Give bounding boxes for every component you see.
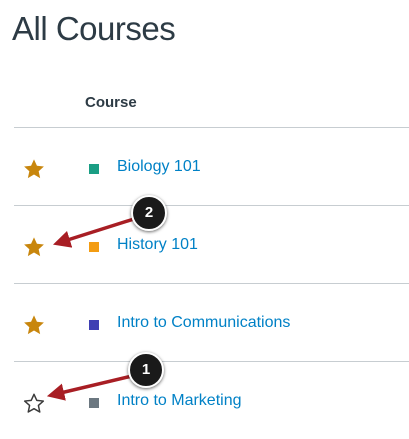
course-link-biology-101[interactable]: Biology 101 [117, 158, 201, 176]
page-title: All Courses [12, 10, 176, 47]
table-row: Intro to Marketing [14, 362, 409, 439]
star-filled-icon[interactable] [23, 158, 45, 180]
course-color-swatch [89, 398, 99, 408]
course-color-swatch [89, 242, 99, 252]
course-link-history-101[interactable]: History 101 [117, 236, 198, 254]
star-filled-icon[interactable] [23, 236, 45, 258]
course-color-swatch [89, 320, 99, 330]
course-link-intro-to-marketing[interactable]: Intro to Marketing [117, 392, 242, 410]
star-filled-icon[interactable] [23, 314, 45, 336]
callout-badge-1: 1 [128, 352, 164, 388]
course-column-header[interactable]: Course [85, 94, 137, 111]
star-outline-icon[interactable] [23, 392, 45, 414]
courses-table: Course Biology 101 History 101 Intro to … [14, 84, 409, 439]
table-row: History 101 [14, 206, 409, 284]
course-link-intro-to-communications[interactable]: Intro to Communications [117, 314, 290, 332]
course-color-swatch [89, 164, 99, 174]
callout-badge-2: 2 [131, 195, 167, 231]
table-row: Biology 101 [14, 128, 409, 206]
table-row: Intro to Communications [14, 284, 409, 362]
table-header: Course [14, 84, 409, 128]
